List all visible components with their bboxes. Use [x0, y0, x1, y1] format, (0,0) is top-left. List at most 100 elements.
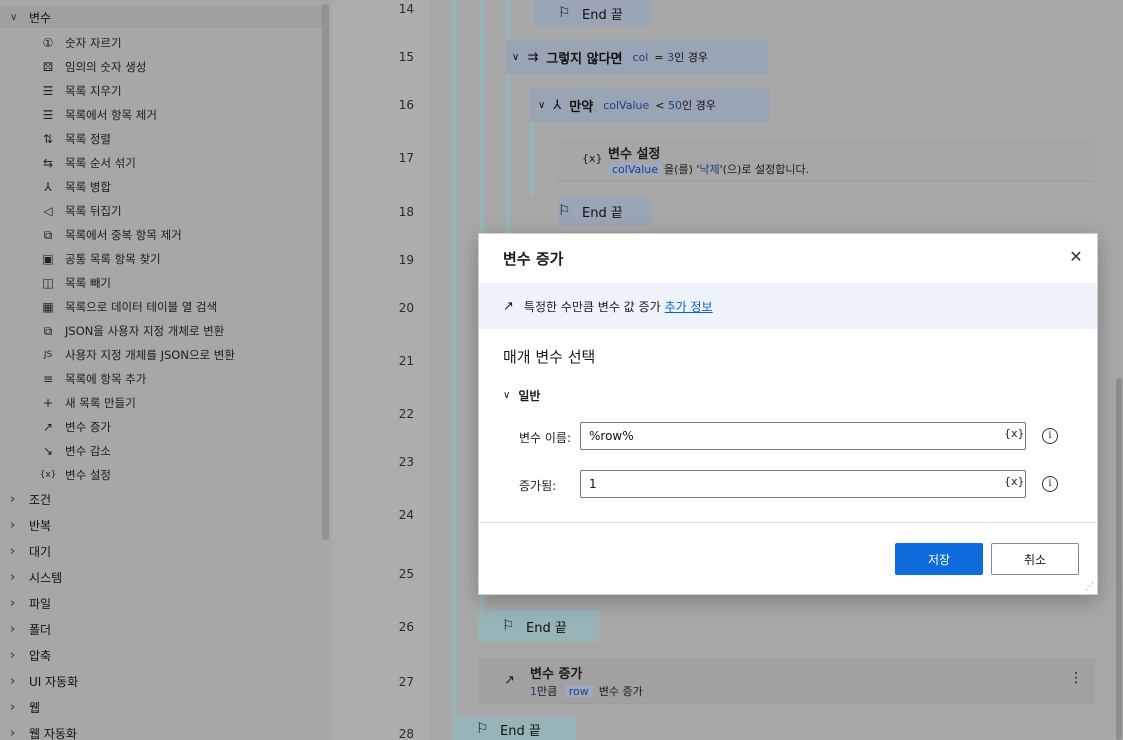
action-text: 을(를) ' — [664, 163, 700, 176]
close-icon[interactable]: ✕ — [1067, 248, 1085, 266]
variable-chip: row — [564, 685, 593, 698]
save-button[interactable]: 저장 — [895, 543, 983, 575]
action-icon: ☰ — [42, 108, 54, 122]
line-number: 20 — [398, 301, 414, 315]
sidebar-group[interactable]: › 반복 — [0, 514, 51, 536]
sidebar-action-item[interactable]: ⇅ 목록 정렬 — [38, 128, 111, 150]
sidebar-group-label: 대기 — [29, 544, 52, 559]
sidebar-action-item[interactable]: ⧉ 목록에서 중복 항목 제거 — [38, 224, 182, 246]
chevron-right-icon: › — [10, 699, 16, 715]
sidebar-action-item[interactable]: ☰ 목록 지우기 — [38, 80, 122, 102]
line-number: 24 — [398, 508, 414, 522]
sidebar-item-label: 목록에서 중복 항목 제거 — [65, 228, 182, 242]
more-info-link[interactable]: 추가 정보 — [665, 298, 713, 315]
sidebar-action-item[interactable]: ☰ 목록에서 항목 제거 — [38, 104, 157, 126]
action-icon: ☰ — [42, 84, 54, 98]
increment-input[interactable] — [580, 470, 1026, 498]
info-banner: ↗ 특정한 수만큼 변수 값 증가 추가 정보 — [479, 283, 1097, 329]
sidebar-item-label: 목록 병합 — [65, 180, 111, 194]
action-icon: ≡ — [42, 372, 54, 386]
action-icon: JS — [43, 350, 53, 360]
sidebar-action-item[interactable]: ⅄ 목록 병합 — [38, 176, 111, 198]
sidebar-action-item[interactable]: JS 사용자 지정 개체를 JSON으로 변환 — [38, 344, 235, 366]
sidebar-group-label: 폴더 — [29, 622, 52, 637]
sidebar-action-item[interactable]: ▦ 목록으로 데이터 테이블 열 검색 — [38, 296, 217, 318]
sidebar-action-item[interactable]: ⇆ 목록 순서 섞기 — [38, 152, 136, 174]
variable-picker-icon[interactable]: {x} — [1004, 427, 1025, 440]
sidebar-action-item[interactable]: ↗ 변수 증가 — [38, 416, 111, 438]
variable-name-input[interactable] — [580, 422, 1026, 450]
sidebar-group-label: 파일 — [29, 596, 52, 611]
if-icon: ⅄ — [553, 97, 562, 113]
action-icon: ▣ — [42, 252, 54, 266]
sidebar-scrollbar[interactable] — [322, 4, 329, 540]
sidebar-action-item[interactable]: + 새 목록 만들기 — [38, 392, 136, 414]
action-icon: ⇅ — [42, 132, 54, 146]
action-icon: ▦ — [42, 300, 54, 314]
resize-grip-icon[interactable]: ⋰ — [1085, 582, 1095, 592]
line-number: 14 — [398, 2, 414, 16]
sidebar-group-label: 반복 — [29, 518, 52, 533]
sidebar-group[interactable]: › 폴더 — [0, 618, 51, 640]
if-block[interactable]: ∨ ⅄ 만약 colValue < 50인 경우 — [530, 88, 770, 122]
increase-variable-dialog: 변수 증가 ✕ ↗ 특정한 수만큼 변수 값 증가 추가 정보 매개 변수 선택… — [478, 233, 1098, 595]
line-number: 26 — [398, 620, 414, 634]
sidebar-item-label: 변수 설정 — [65, 468, 111, 482]
sidebar-action-item[interactable]: ◁ 목록 뒤집기 — [38, 200, 121, 222]
increase-variable-action[interactable]: ↗ 변수 증가 1만큼 row 변수 증가 ⋮ — [478, 658, 1095, 704]
sidebar-group[interactable]: › 대기 — [0, 540, 51, 562]
end-block[interactable]: ⚐ End 끝 — [478, 610, 599, 642]
else-if-block[interactable]: ∨ ⇉ 그렇지 않다면 col = 3인 경우 — [506, 40, 769, 74]
sidebar-group[interactable]: › 시스템 — [0, 566, 62, 588]
trend-up-icon: ↗ — [504, 673, 515, 688]
increment-amount: 1 — [530, 685, 537, 698]
set-variable-action[interactable]: {x} 변수 설정 colValue 을(를) '낙제'(으)로 설정합니다. — [556, 138, 1094, 182]
chevron-right-icon: › — [10, 725, 16, 740]
field-label: 변수 이름: — [519, 431, 572, 445]
chevron-right-icon: › — [10, 673, 16, 689]
sidebar-group-label: 압축 — [29, 648, 52, 663]
group-label: 일반 — [518, 389, 541, 403]
sidebar-group[interactable]: › 파일 — [0, 592, 51, 614]
sidebar-action-item[interactable]: ▣ 공통 목록 항목 찾기 — [38, 248, 160, 270]
nesting-line — [530, 122, 534, 196]
sidebar-group[interactable]: › UI 자동화 — [0, 670, 78, 692]
info-icon[interactable]: i — [1042, 428, 1058, 444]
sidebar-group-label: UI 자동화 — [29, 674, 79, 689]
sidebar-action-item[interactable]: {x} 변수 설정 — [38, 464, 111, 486]
action-icon: ◁ — [43, 204, 53, 218]
info-icon[interactable]: i — [1042, 476, 1058, 492]
line-number: 16 — [398, 98, 414, 112]
canvas-scrollbar[interactable] — [1116, 378, 1122, 740]
line-number: 28 — [398, 727, 414, 740]
sidebar-group-variables[interactable]: ∨ 변수 — [0, 6, 51, 28]
end-block[interactable]: ⚐ End 끝 — [452, 716, 576, 740]
general-group-toggle[interactable]: ∨ 일반 — [503, 387, 540, 404]
sidebar-action-item[interactable]: ↘ 변수 감소 — [38, 440, 111, 462]
end-label: End 끝 — [526, 620, 567, 636]
sidebar-group[interactable]: › 조건 — [0, 488, 51, 510]
sidebar-group[interactable]: › 웹 — [0, 696, 40, 718]
variable-picker-icon[interactable]: {x} — [1004, 475, 1025, 488]
sidebar-group[interactable]: › 웹 자동화 — [0, 722, 77, 740]
cancel-button[interactable]: 취소 — [991, 543, 1079, 575]
more-options-icon[interactable]: ⋮ — [1069, 670, 1083, 686]
flag-icon: ⚐ — [558, 5, 571, 21]
sidebar-action-item[interactable]: ① 숫자 자르기 — [38, 32, 122, 54]
flag-icon: ⚐ — [558, 203, 571, 219]
action-icon: ⚄ — [42, 60, 54, 74]
chevron-down-icon: ∨ — [10, 11, 18, 23]
sidebar-action-item[interactable]: ≡ 목록에 항목 추가 — [38, 368, 146, 390]
sidebar-action-item[interactable]: ⧉ JSON을 사용자 지정 개체로 변환 — [38, 320, 225, 342]
sidebar-group-label: 웹 자동화 — [29, 726, 77, 740]
sidebar-group[interactable]: › 압축 — [0, 644, 51, 666]
sidebar-action-item[interactable]: ⚄ 임의의 숫자 생성 — [38, 56, 147, 78]
sidebar-action-item[interactable]: ◫ 목록 빼기 — [38, 272, 111, 294]
end-block[interactable]: ⚐ End 끝 — [534, 0, 651, 26]
nesting-line — [506, 74, 510, 234]
end-block[interactable]: ⚐ End 끝 — [558, 196, 651, 226]
line-number: 15 — [398, 50, 414, 64]
sidebar-group-label: 조건 — [29, 492, 52, 507]
sidebar-item-label: 새 목록 만들기 — [65, 396, 136, 410]
sidebar-item-label: 목록 순서 섞기 — [65, 156, 136, 170]
